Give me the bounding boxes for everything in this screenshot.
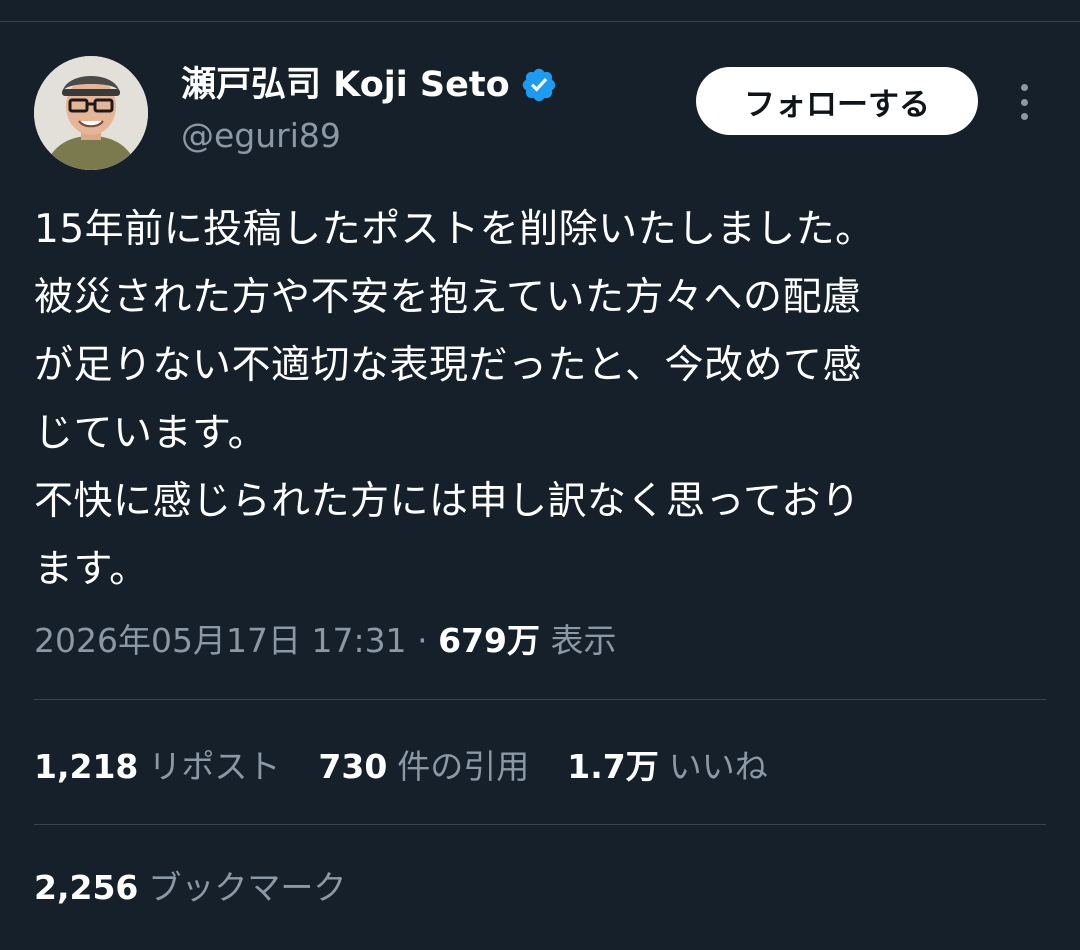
- bookmarks-label: ブックマーク: [148, 868, 347, 907]
- engagement-stats: 1,218 リポスト 730 件の引用 1.7万 いいね: [34, 741, 806, 793]
- reposts-stat[interactable]: 1,218 リポスト: [34, 741, 280, 793]
- author-display-name[interactable]: 瀬戸弘司 Koji Seto: [181, 62, 510, 108]
- reposts-label: リポスト: [148, 747, 281, 786]
- more-options-icon[interactable]: [1004, 80, 1044, 124]
- tweet-text-line: 被災された方や不安を抱えていた方々への配慮: [34, 275, 862, 320]
- follow-button[interactable]: フォローする: [696, 67, 978, 135]
- views-label: 表示: [550, 621, 617, 660]
- likes-count: 1.7万: [567, 747, 659, 786]
- meta-separator: ·: [417, 621, 428, 660]
- more-dot: [1020, 98, 1028, 106]
- tweet-text-line: 15年前に投稿したポストを削除いたしました。: [34, 207, 875, 252]
- bookmarks-stat[interactable]: 2,256 ブックマーク: [34, 862, 346, 914]
- quotes-label: 件の引用: [397, 747, 530, 786]
- views-count[interactable]: 679万: [438, 621, 540, 660]
- divider: [34, 824, 1046, 825]
- bookmarks-count: 2,256: [34, 868, 139, 907]
- avatar-image: [34, 56, 148, 170]
- tweet-text-line: じています。: [34, 411, 268, 456]
- author-name-row[interactable]: 瀬戸弘司 Koji Seto: [181, 62, 558, 108]
- tweet-text-line: 不快に感じられた方には申し訳なく思っており: [34, 479, 861, 524]
- quotes-stat[interactable]: 730 件の引用: [318, 741, 529, 793]
- more-dot: [1020, 84, 1028, 91]
- likes-stat[interactable]: 1.7万 いいね: [567, 741, 767, 793]
- tweet-text-line: ます。: [34, 547, 149, 592]
- more-dot: [1020, 113, 1028, 120]
- reposts-count: 1,218: [34, 747, 139, 786]
- author-handle[interactable]: @eguri89: [181, 114, 341, 158]
- divider: [34, 699, 1046, 700]
- likes-label: いいね: [668, 747, 768, 786]
- quotes-count: 730: [318, 747, 388, 786]
- tweet-meta: 2026年05月17日 17:31 · 679万 表示: [34, 615, 616, 667]
- verified-badge-icon[interactable]: [520, 66, 558, 104]
- tweet-text: 15年前に投稿したポストを削除いたしました。 被災された方や不安を抱えていた方々…: [34, 196, 1049, 604]
- tweet-timestamp[interactable]: 2026年05月17日 17:31: [34, 621, 407, 660]
- top-divider: [0, 21, 1080, 22]
- avatar[interactable]: [34, 56, 148, 170]
- tweet-text-line: が足りない不適切な表現だったと、今改めて感: [34, 343, 862, 388]
